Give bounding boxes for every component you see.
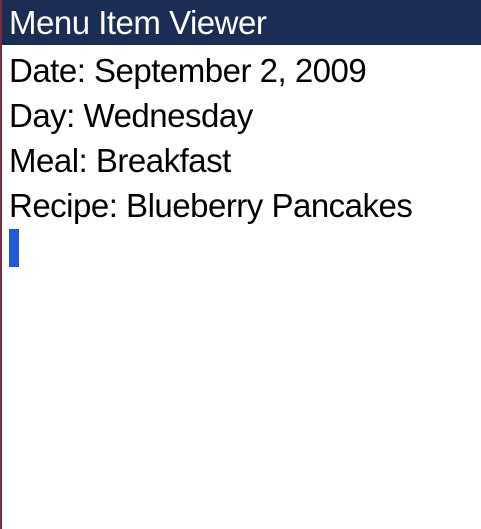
title-bar: Menu Item Viewer [2,0,481,45]
menu-item-details: Date: September 2, 2009 Day: Wednesday M… [9,48,475,267]
text-cursor[interactable] [9,229,19,267]
meal-field: Meal: Breakfast [9,142,231,179]
date-field: Date: September 2, 2009 [9,52,367,89]
day-field: Day: Wednesday [9,97,253,134]
app-screen: Menu Item Viewer Date: September 2, 2009… [0,0,481,529]
recipe-field: Recipe: Blueberry Pancakes [9,187,413,224]
